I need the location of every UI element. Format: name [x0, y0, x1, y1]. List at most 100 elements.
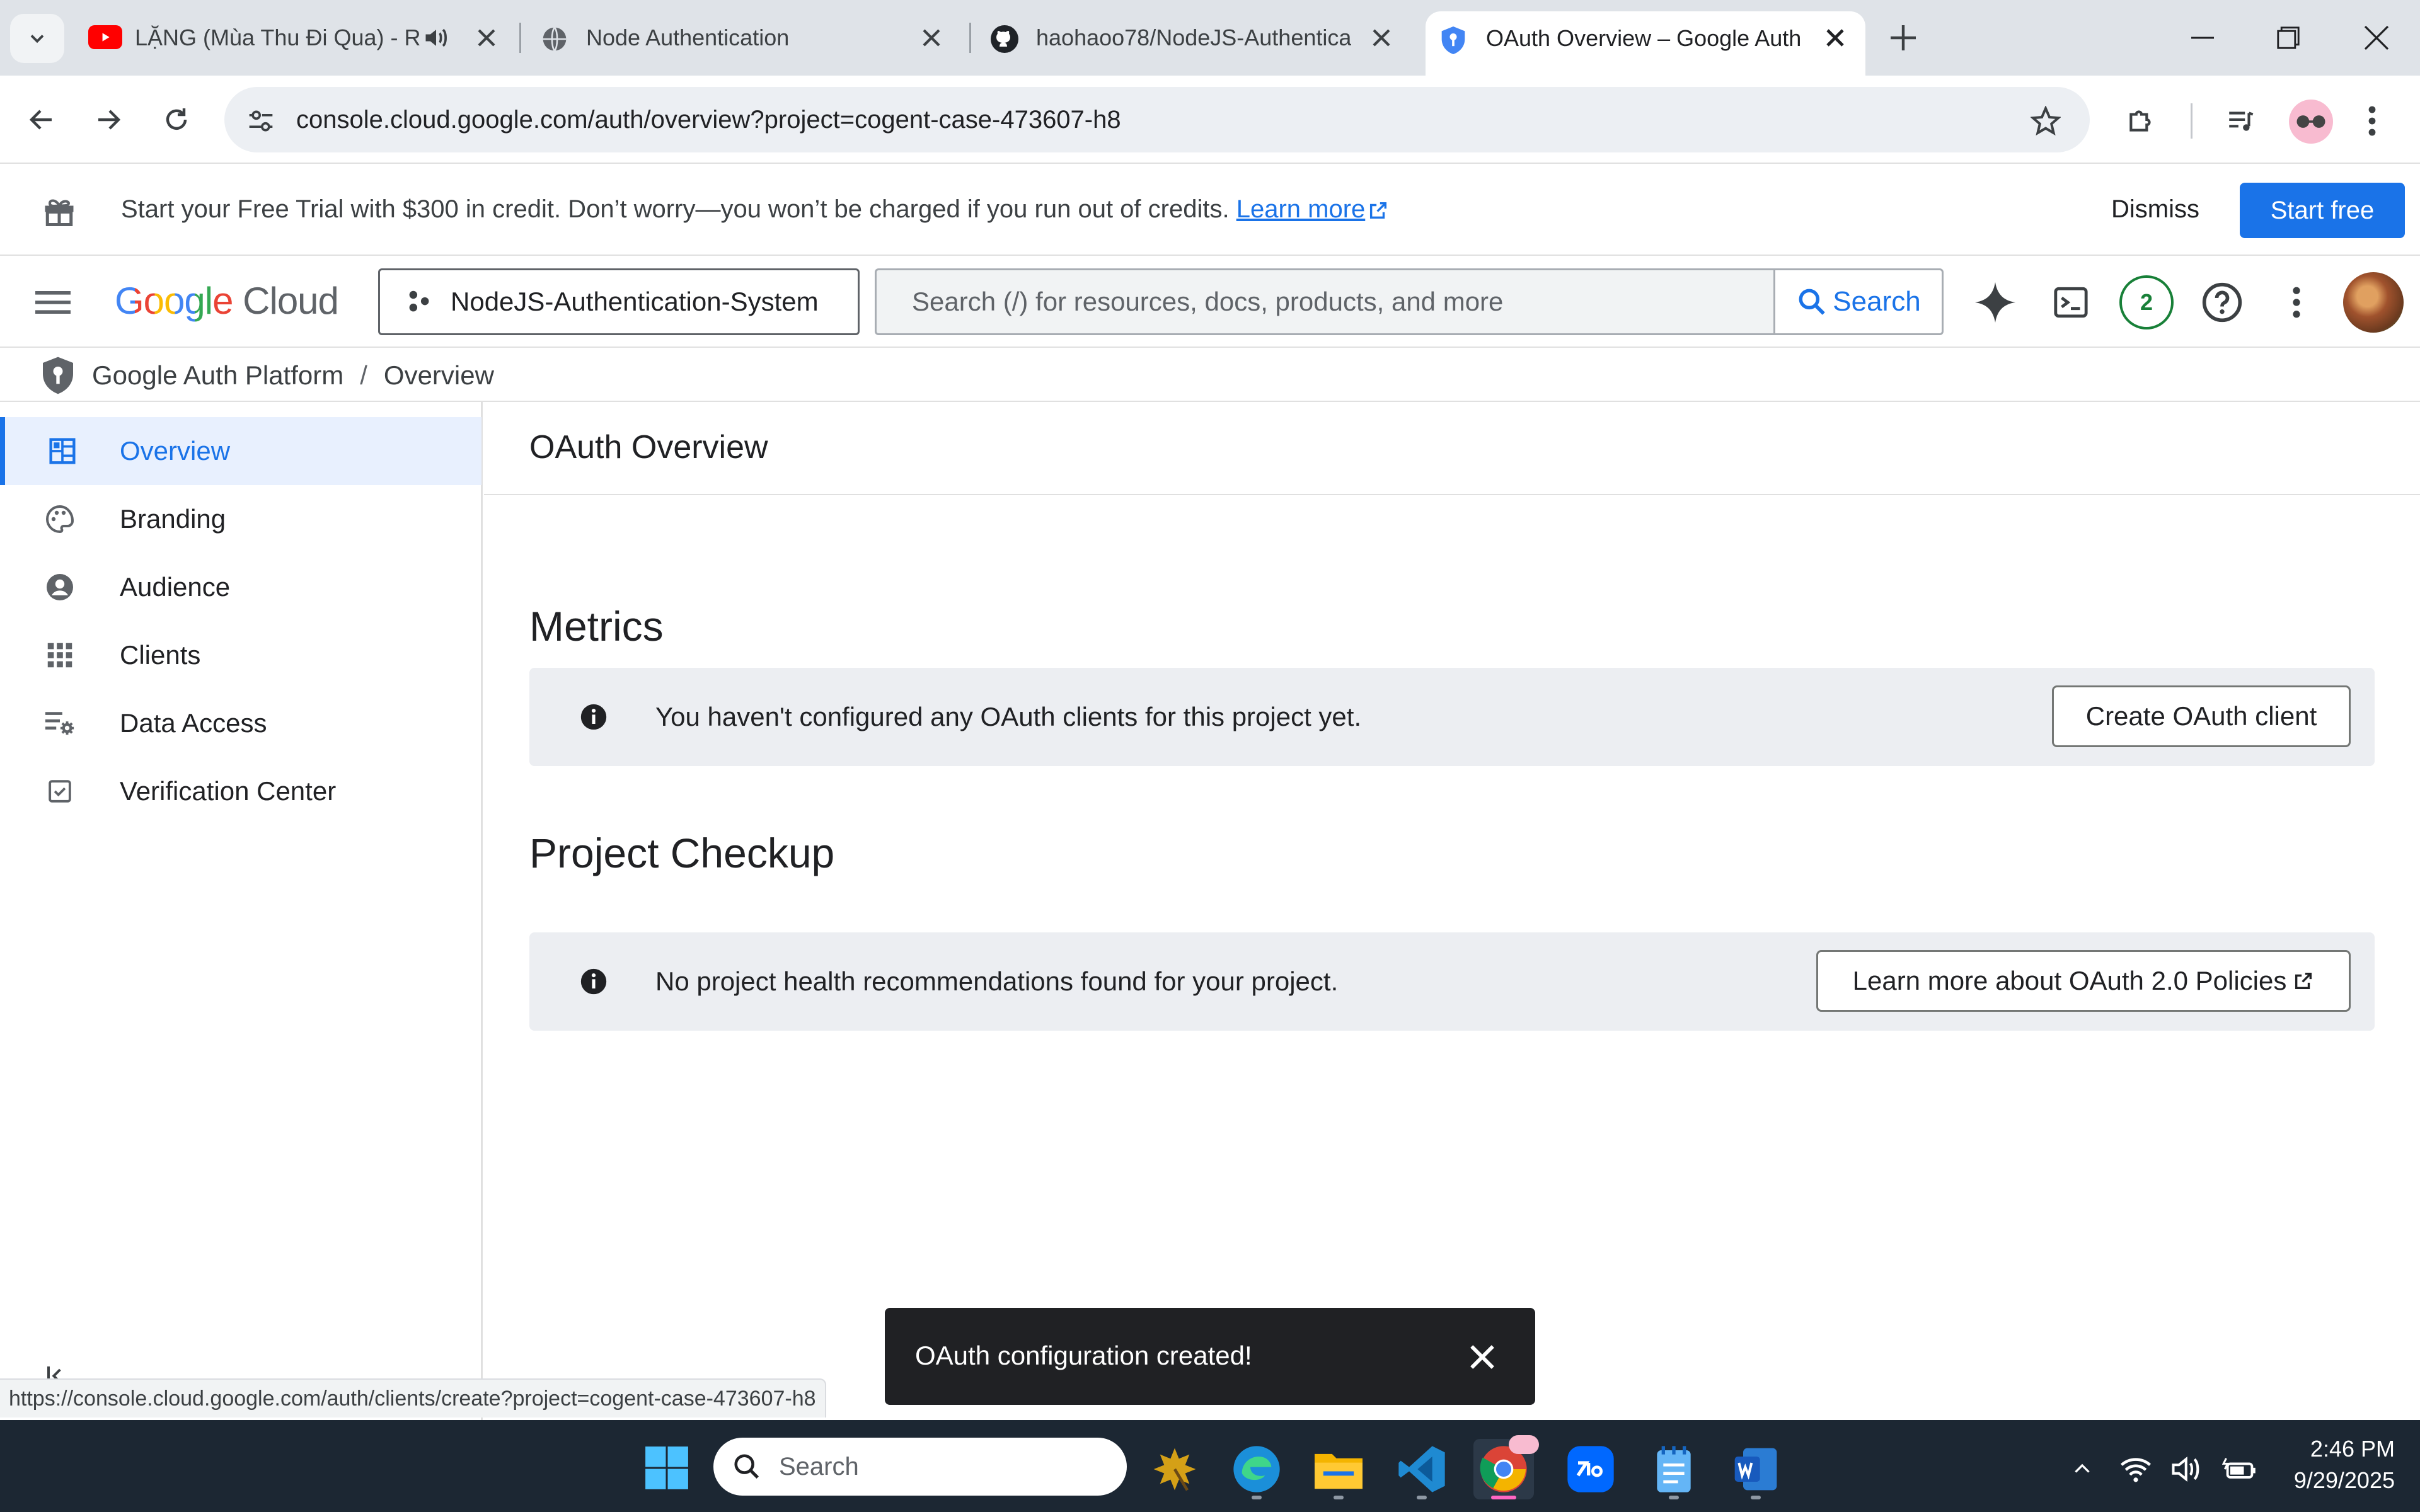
taskbar-search[interactable]: Search: [713, 1438, 1127, 1496]
logo-google: Google: [115, 280, 233, 322]
dismiss-button[interactable]: Dismiss: [2092, 183, 2218, 236]
breadcrumb: Google Auth Platform / Overview: [38, 355, 494, 396]
project-name: NodeJS-Authentication-System: [451, 287, 819, 316]
divider: [484, 494, 2420, 495]
autumn-leaf-icon: [1153, 1448, 1196, 1491]
account-avatar[interactable]: [2343, 272, 2404, 333]
gemini-button[interactable]: [1966, 273, 2024, 331]
system-tray[interactable]: [2119, 1449, 2257, 1489]
reload-button[interactable]: [151, 94, 202, 145]
taskbar-app-zalo[interactable]: [1560, 1439, 1621, 1499]
auth-platform-icon: [38, 355, 78, 396]
data-settings-icon: [0, 689, 120, 757]
close-window-button[interactable]: [2342, 13, 2411, 63]
clock-time[interactable]: 2:46 PM: [2269, 1434, 2395, 1464]
search-icon: [732, 1452, 761, 1481]
breadcrumb-product[interactable]: Google Auth Platform: [92, 360, 343, 391]
close-icon[interactable]: [1366, 23, 1397, 53]
minimize-button[interactable]: [2168, 13, 2237, 63]
clock-date[interactable]: 9/29/2025: [2244, 1465, 2395, 1496]
search-input[interactable]: Search (/) for resources, docs, products…: [875, 268, 1775, 335]
google-cloud-logo[interactable]: Google Cloud: [115, 277, 339, 325]
new-tab-button[interactable]: [1878, 13, 1928, 63]
close-icon[interactable]: [916, 23, 947, 53]
taskbar-app-widget[interactable]: [1144, 1439, 1205, 1499]
close-icon[interactable]: [471, 23, 502, 53]
button-label: Learn more about OAuth 2.0 Policies: [1852, 966, 2287, 995]
create-oauth-client-button[interactable]: Create OAuth client: [2052, 685, 2351, 747]
close-icon[interactable]: [1820, 23, 1850, 53]
sidebar-item-label: Branding: [120, 504, 226, 534]
minimize-icon: [2191, 37, 2214, 39]
toolbar-divider: [2191, 103, 2192, 139]
start-free-button[interactable]: Start free: [2240, 183, 2405, 238]
running-indicator: [1252, 1496, 1262, 1499]
search-button[interactable]: Search: [1773, 268, 1944, 335]
snackbar-close-button[interactable]: [1460, 1334, 1505, 1380]
taskbar-app-vscode[interactable]: [1392, 1439, 1452, 1499]
start-button[interactable]: [639, 1440, 694, 1496]
browser-tab-node-auth[interactable]: Node Authentication: [527, 11, 962, 64]
sidebar-item-branding[interactable]: Branding: [0, 485, 481, 553]
taskbar-app-word[interactable]: [1726, 1439, 1786, 1499]
info-icon: [580, 703, 608, 731]
logo-cloud: Cloud: [243, 280, 339, 322]
arrow-left-icon: [29, 110, 52, 130]
notifications-button[interactable]: 2: [2118, 273, 2175, 331]
search-icon: [1799, 289, 1826, 315]
forward-button[interactable]: [83, 94, 134, 145]
tab-title: LẶNG (Mùa Thu Đi Qua) - R: [135, 25, 421, 50]
speaker-icon[interactable]: [422, 24, 450, 52]
sidebar-item-verification-center[interactable]: Verification Center: [0, 757, 481, 825]
browser-tab-github[interactable]: haohaoo78/NodeJS-Authentica: [977, 11, 1412, 64]
chrome-menu-button[interactable]: [2353, 94, 2391, 147]
windows-logo-icon: [645, 1446, 688, 1489]
back-button[interactable]: [16, 94, 67, 145]
gift-icon: [40, 192, 78, 229]
sidebar-item-data-access[interactable]: Data Access: [0, 689, 481, 757]
chevron-down-icon: [30, 35, 44, 43]
external-link-icon: [1368, 200, 1389, 221]
wifi-icon: [2121, 1458, 2151, 1482]
sidebar-item-clients[interactable]: Clients: [0, 621, 481, 689]
apps-grid-icon: [0, 621, 120, 689]
browser-tab-oauth-overview[interactable]: OAuth Overview – Google Auth: [1426, 11, 1865, 76]
metrics-message: You haven't configured any OAuth clients…: [655, 702, 1362, 731]
taskbar-app-file-explorer[interactable]: [1308, 1439, 1369, 1499]
project-icon: [405, 288, 433, 316]
bookmark-button[interactable]: [2020, 96, 2071, 146]
settings-menu-button[interactable]: [2269, 273, 2324, 331]
browser-tab-youtube[interactable]: LẶNG (Mùa Thu Đi Qua) - R: [82, 11, 517, 64]
taskbar-app-edge[interactable]: [1226, 1439, 1287, 1499]
reload-icon: [166, 108, 187, 130]
sidebar-item-label: Verification Center: [120, 776, 337, 806]
palette-icon: [0, 485, 120, 553]
tune-icon: [249, 110, 273, 132]
sidebar-item-overview[interactable]: Overview: [0, 417, 481, 485]
main-menu-button[interactable]: [25, 275, 81, 330]
project-picker[interactable]: NodeJS-Authentication-System: [378, 268, 860, 335]
breadcrumb-page: Overview: [383, 360, 494, 390]
notification-count-badge: 2: [2119, 275, 2174, 329]
site-info-button[interactable]: [241, 101, 281, 141]
learn-more-link[interactable]: Learn more: [1236, 195, 1366, 223]
help-button[interactable]: [2193, 273, 2251, 331]
shield-icon: [1439, 25, 1467, 55]
more-vert-icon: [2293, 287, 2300, 318]
profile-avatar[interactable]: [2289, 100, 2333, 144]
notepad-icon: [1657, 1446, 1691, 1492]
active-indicator: [1491, 1496, 1516, 1499]
learn-more-oauth-policies-button[interactable]: Learn more about OAuth 2.0 Policies: [1816, 950, 2351, 1012]
address-bar-url[interactable]: console.cloud.google.com/auth/overview?p…: [296, 100, 1121, 140]
restore-icon: [2277, 26, 2300, 49]
restore-button[interactable]: [2254, 13, 2323, 63]
sidebar-item-audience[interactable]: Audience: [0, 553, 481, 621]
cloud-shell-button[interactable]: [2042, 273, 2100, 331]
running-indicator: [1334, 1496, 1344, 1499]
media-controls-button[interactable]: [2215, 94, 2267, 147]
taskbar-app-notepad[interactable]: [1644, 1439, 1704, 1499]
show-hidden-icons-button[interactable]: [2065, 1452, 2100, 1487]
tab-search-button[interactable]: [10, 14, 64, 63]
plus-icon: [1891, 25, 1916, 50]
extensions-button[interactable]: [2115, 94, 2168, 147]
